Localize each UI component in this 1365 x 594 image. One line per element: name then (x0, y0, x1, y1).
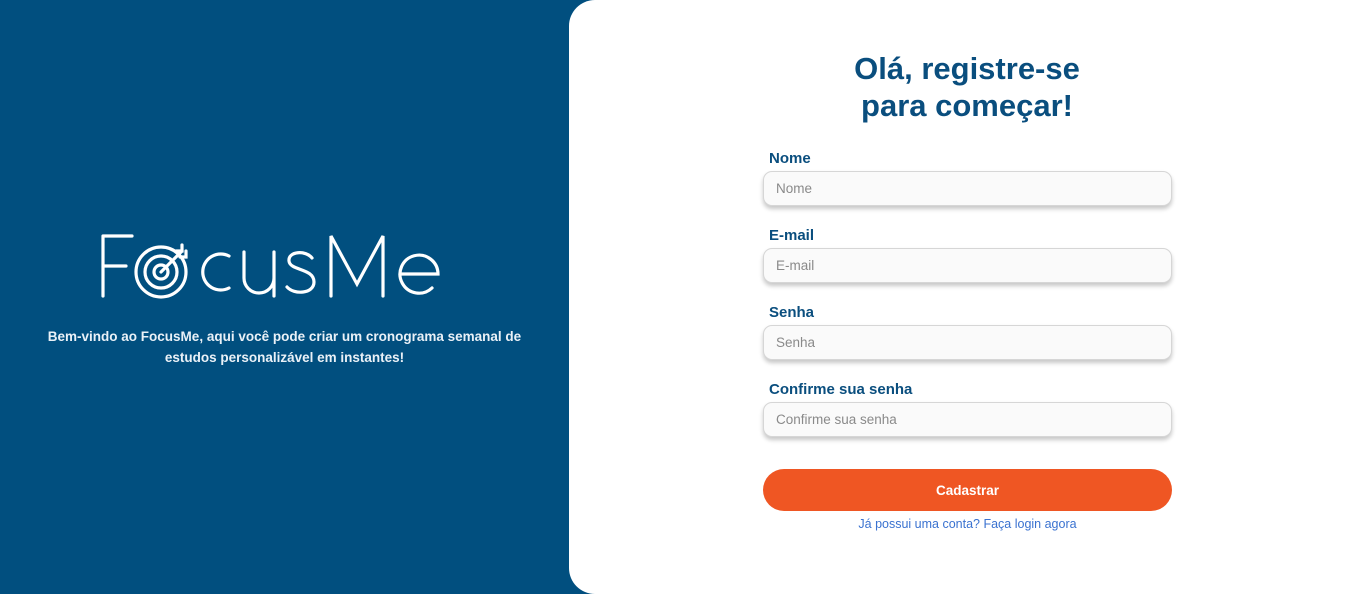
password-input[interactable] (763, 325, 1172, 360)
email-input[interactable] (763, 248, 1172, 283)
brand-panel: Bem-vindo ao FocusMe, aqui você pode cri… (0, 0, 569, 594)
password-field-group: Senha (763, 303, 1172, 360)
email-label: E-mail (769, 227, 815, 244)
register-panel: Olá, registre-se para começar! Nome E-ma… (569, 0, 1365, 594)
register-button[interactable]: Cadastrar (763, 469, 1172, 511)
focusme-logo-mark (101, 234, 440, 299)
title-line-1: Olá, registre-se (854, 51, 1080, 86)
confirm-password-field-group: Confirme sua senha (763, 380, 1172, 437)
page-title: Olá, registre-se para começar! (569, 50, 1365, 124)
login-link[interactable]: Já possui uma conta? Faça login agora (763, 517, 1172, 531)
confirm-password-input[interactable] (763, 402, 1172, 437)
title-line-2: para começar! (861, 88, 1073, 123)
password-label: Senha (769, 304, 815, 321)
name-input[interactable] (763, 171, 1172, 206)
name-field-group: Nome (763, 149, 1172, 206)
confirm-password-label: Confirme sua senha (769, 381, 913, 398)
focusme-logo (101, 234, 440, 299)
register-form: Nome E-mail Senha Confirme sua senha Cad… (763, 149, 1172, 531)
name-label: Nome (769, 150, 811, 167)
brand-tagline: Bem-vindo ao FocusMe, aqui você pode cri… (47, 329, 522, 365)
email-field-group: E-mail (763, 226, 1172, 283)
